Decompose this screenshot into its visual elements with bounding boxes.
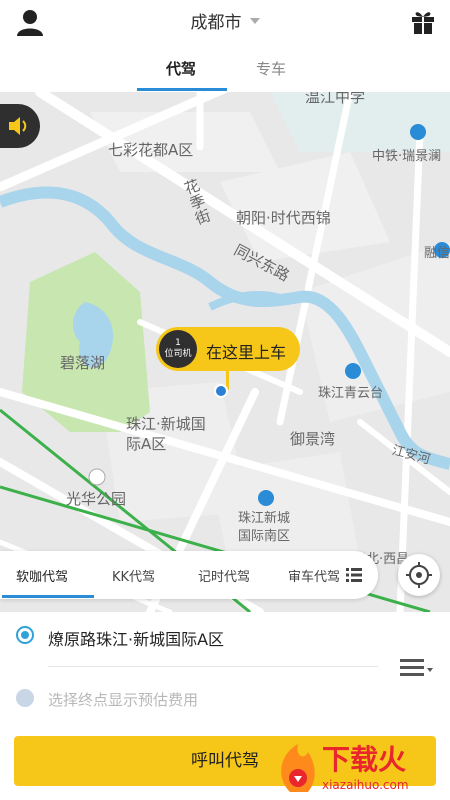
crosshair-icon xyxy=(406,562,432,588)
map-label-community-4: 珠江新城国际南区 xyxy=(238,511,291,544)
service-tab-inspection[interactable]: 审车代驾 xyxy=(288,566,340,585)
map-label-community-3: 御景湾 xyxy=(290,430,336,448)
more-options-button[interactable] xyxy=(400,656,436,680)
service-tab-hourly[interactable]: 记时代驾 xyxy=(198,566,250,585)
destination-input[interactable]: 选择终点显示预估费用 xyxy=(48,689,198,710)
list-icon[interactable] xyxy=(346,568,362,582)
destination-point-icon xyxy=(16,689,34,707)
start-address[interactable]: 燎原路珠江·新城国际A区 xyxy=(48,626,224,650)
divider xyxy=(48,666,378,667)
tab-private-car[interactable]: 专车 xyxy=(256,58,286,79)
locate-me-button[interactable] xyxy=(398,554,440,596)
driver-count-badge: 1 位司机 xyxy=(159,330,197,368)
map-label-park: 光华公园 xyxy=(66,490,127,508)
map-label-community-2: 珠江·新城国际A区 xyxy=(126,415,206,453)
gift-icon[interactable] xyxy=(408,6,438,36)
driver-service-tabs: 软咖代驾 KK代驾 记时代驾 审车代驾 xyxy=(0,551,378,599)
service-tab-kk[interactable]: KK代驾 xyxy=(112,566,155,585)
start-point-icon xyxy=(16,626,34,644)
service-type-tabs: 代驾 专车 xyxy=(0,46,450,92)
service-tab-ruanka[interactable]: 软咖代驾 xyxy=(16,566,68,585)
map-label-pavilion: 珠江青云台 xyxy=(318,386,384,401)
driver-count: 1 xyxy=(175,338,181,348)
map-label-building: 朝阳·时代西锦 xyxy=(236,209,331,227)
map-label-building-2: 融信 xyxy=(424,246,450,261)
active-tab-indicator xyxy=(137,88,227,91)
tab-designated-driver[interactable]: 代驾 xyxy=(166,58,196,79)
map-label-school: 温江中学 xyxy=(305,92,366,106)
pickup-pin-label: 在这里上车 xyxy=(206,343,287,362)
city-name: 成都市 xyxy=(190,13,242,33)
chevron-down-icon xyxy=(249,18,260,24)
map-label-lake: 碧落湖 xyxy=(60,354,106,372)
active-service-indicator xyxy=(2,595,94,598)
map-label-station: 中铁·瑞景澜 xyxy=(372,149,442,164)
speaker-icon xyxy=(9,117,27,135)
current-location-dot xyxy=(214,384,228,398)
menu-icon xyxy=(400,659,433,676)
watermark-url: xiazaihuo.com xyxy=(322,778,409,792)
pickup-pin[interactable]: 1 位司机 在这里上车 xyxy=(156,327,300,371)
map-label-community: 七彩花都A区 xyxy=(108,141,194,159)
watermark-text: 下载火 xyxy=(322,743,407,776)
voice-broadcast-button[interactable] xyxy=(0,104,40,148)
driver-count-unit: 位司机 xyxy=(164,349,192,359)
city-selector[interactable]: 成都市 xyxy=(0,8,450,33)
top-bar: 成都市 xyxy=(0,0,450,46)
